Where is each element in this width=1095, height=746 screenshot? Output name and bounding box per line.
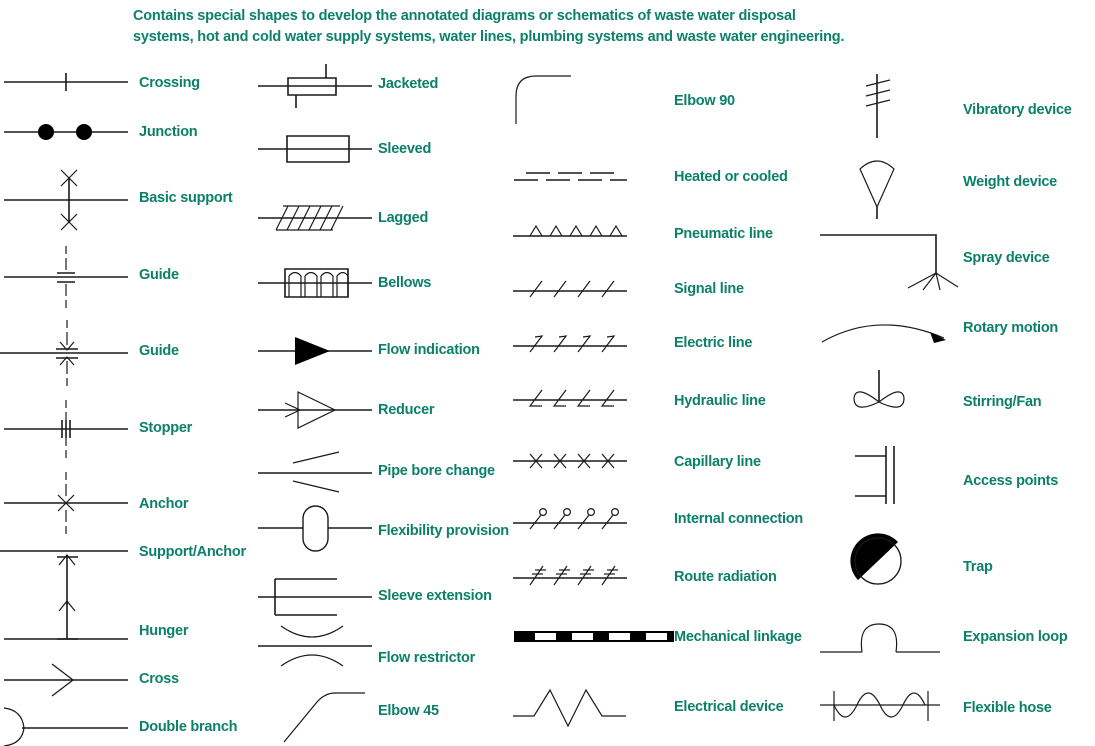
signal-line-symbol[interactable] [510, 275, 630, 301]
rotary-motion-symbol[interactable] [818, 312, 958, 348]
internal-connection-symbol[interactable] [510, 505, 630, 533]
label-trap: Trap [963, 559, 993, 575]
label-electrical-device: Electrical device [674, 699, 784, 715]
bellows-symbol[interactable] [255, 262, 375, 304]
label-guide-2: Guide [139, 343, 179, 359]
label-pneumatic-line: Pneumatic line [674, 226, 773, 242]
label-reducer: Reducer [378, 402, 435, 418]
flow-restrictor-symbol[interactable] [255, 620, 375, 672]
electrical-device-symbol[interactable] [510, 682, 640, 732]
label-flexible-hose: Flexible hose [963, 700, 1052, 716]
label-sleeved: Sleeved [378, 141, 432, 157]
label-lagged: Lagged [378, 210, 429, 226]
expansion-loop-symbol[interactable] [818, 612, 948, 656]
label-bellows: Bellows [378, 275, 432, 291]
label-signal-line: Signal line [674, 281, 744, 297]
sleeve-extension-symbol[interactable] [255, 572, 375, 622]
label-basic-support: Basic support [139, 190, 233, 206]
basic-support-symbol[interactable] [0, 162, 132, 238]
label-pipe-bore-change: Pipe bore change [378, 463, 495, 479]
flow-indication-symbol[interactable] [255, 333, 375, 369]
label-capillary-line: Capillary line [674, 454, 761, 470]
label-mechanical-linkage: Mechanical linkage [674, 629, 802, 645]
intro-line-2: systems, hot and cold water supply syste… [133, 29, 845, 45]
label-flow-indication: Flow indication [378, 342, 480, 358]
label-jacketed: Jacketed [378, 76, 439, 92]
hydraulic-line-symbol[interactable] [510, 386, 630, 412]
crossing-symbol[interactable] [0, 68, 132, 96]
label-flexibility-provision: Flexibility provision [378, 523, 509, 539]
heated-or-cooled-symbol[interactable] [510, 164, 630, 188]
anchor-symbol[interactable] [0, 470, 132, 536]
capillary-line-symbol[interactable] [510, 448, 630, 474]
guide-symbol[interactable] [0, 244, 132, 310]
label-spray-device: Spray device [963, 250, 1050, 266]
trap-symbol[interactable] [840, 533, 930, 588]
label-route-radiation: Route radiation [674, 569, 777, 585]
flexibility-provision-symbol[interactable] [255, 500, 375, 556]
stopper-symbol[interactable] [0, 398, 132, 460]
route-radiation-symbol[interactable] [510, 560, 630, 588]
label-stopper: Stopper [139, 420, 193, 436]
label-crossing: Crossing [139, 75, 200, 91]
label-vibratory-device: Vibratory device [963, 102, 1072, 118]
intro-line-1: Contains special shapes to develop the a… [133, 8, 796, 24]
label-guide-1: Guide [139, 267, 179, 283]
label-rotary-motion: Rotary motion [963, 320, 1059, 336]
vibratory-device-symbol[interactable] [840, 70, 930, 140]
label-hydraulic-line: Hydraulic line [674, 393, 766, 409]
symbol-library-canvas: Contains special shapes to develop the a… [0, 0, 1095, 742]
label-junction: Junction [139, 124, 198, 140]
hunger-symbol[interactable] [0, 595, 132, 647]
sleeved-symbol[interactable] [255, 128, 375, 168]
mechanical-linkage-symbol[interactable] [514, 629, 674, 645]
junction-symbol[interactable] [0, 118, 132, 146]
label-expansion-loop: Expansion loop [963, 629, 1068, 645]
label-support-anchor: Support/Anchor [139, 544, 246, 560]
stirring-fan-symbol[interactable] [840, 368, 930, 426]
label-double-branch: Double branch [139, 719, 238, 735]
reducer-symbol[interactable] [255, 388, 375, 428]
pipe-bore-change-symbol[interactable] [255, 450, 375, 496]
label-elbow-45: Elbow 45 [378, 703, 439, 719]
label-heated-or-cooled: Heated or cooled [674, 169, 788, 185]
label-weight-device: Weight device [963, 174, 1057, 190]
lagged-symbol[interactable] [255, 196, 375, 240]
cross-symbol[interactable] [0, 658, 132, 698]
double-branch-symbol[interactable] [0, 706, 132, 746]
label-cross: Cross [139, 671, 179, 687]
spray-device-symbol[interactable] [818, 228, 978, 290]
elbow-90-symbol[interactable] [505, 66, 635, 126]
label-hunger: Hunger [139, 623, 189, 639]
label-access-points: Access points [963, 473, 1059, 489]
label-stirring-fan: Stirring/Fan [963, 394, 1042, 410]
label-elbow-90: Elbow 90 [674, 93, 735, 109]
pneumatic-line-symbol[interactable] [510, 220, 630, 246]
label-anchor: Anchor [139, 496, 189, 512]
weight-device-symbol[interactable] [840, 155, 930, 221]
guide-arrows-symbol[interactable] [0, 318, 132, 388]
label-internal-connection: Internal connection [674, 511, 803, 527]
label-flow-restrictor: Flow restrictor [378, 650, 475, 666]
access-points-symbol[interactable] [840, 444, 930, 506]
jacketed-symbol[interactable] [255, 62, 375, 108]
flexible-hose-symbol[interactable] [818, 683, 948, 729]
label-sleeve-extension: Sleeve extension [378, 588, 492, 604]
elbow-45-symbol[interactable] [255, 688, 375, 742]
intro-description: Contains special shapes to develop the a… [133, 6, 973, 48]
electric-line-symbol[interactable] [510, 330, 630, 356]
label-electric-line: Electric line [674, 335, 753, 351]
